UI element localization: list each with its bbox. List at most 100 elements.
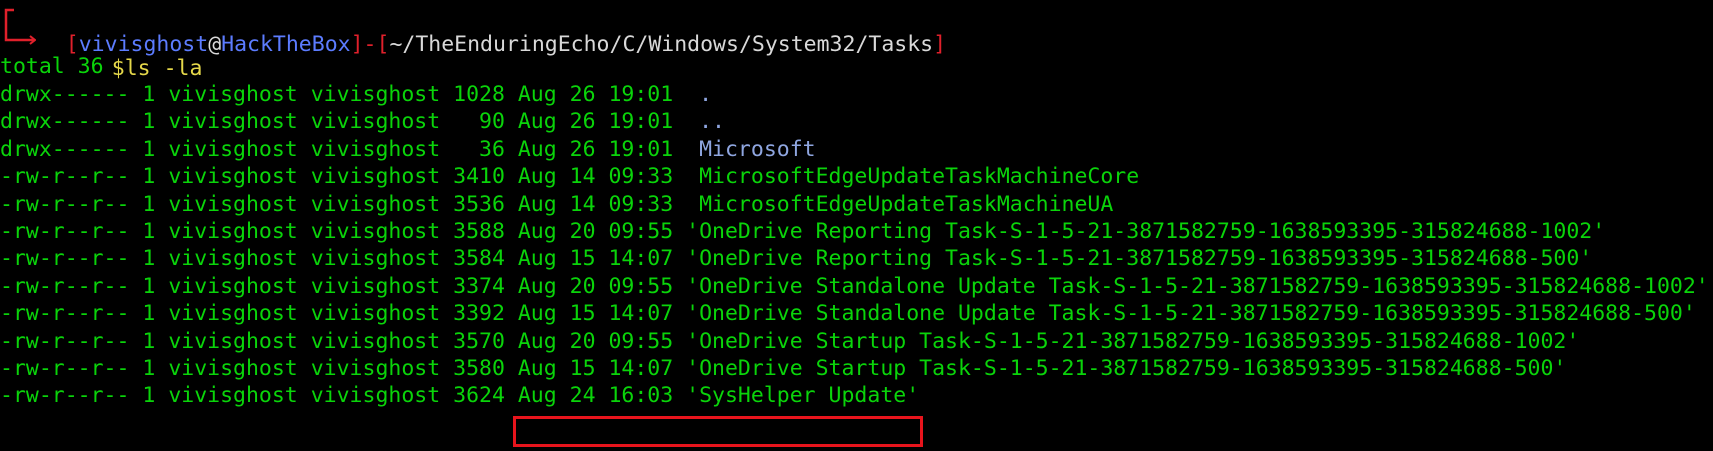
file-group: vivisghost [310, 356, 441, 381]
file-date: Aug 26 19:01 [517, 109, 674, 135]
file-name: 'OneDrive Standalone Update Task-S-1-5-2… [686, 301, 1696, 327]
file-size: 3392 [453, 301, 505, 327]
file-owner: vivisghost [168, 136, 298, 162]
file-date: Aug 20 09:55 [517, 219, 674, 244]
file-group: vivisghost [310, 136, 441, 162]
file-size: 3374 [453, 273, 505, 299]
file-permissions: -rw-r--r-- [0, 219, 130, 244]
file-size: 3410 [453, 164, 505, 190]
file-group: vivisghost [310, 246, 441, 272]
link-count: 1 [142, 164, 156, 190]
file-name: Microsoft [686, 136, 816, 162]
file-name: 'OneDrive Standalone Update Task-S-1-5-2… [686, 273, 1709, 299]
file-group: vivisghost [310, 383, 441, 409]
file-owner: vivisghost [168, 219, 298, 244]
link-count: 1 [142, 191, 156, 217]
file-date: Aug 26 19:01 [517, 136, 674, 162]
file-size: 3536 [453, 191, 505, 217]
file-permissions: drwx------ [0, 82, 130, 107]
listing-row: -rw-r--r-- 1 vivisghost vivisghost 3588 … [0, 217, 1605, 247]
file-date: Aug 15 14:07 [517, 246, 674, 272]
link-count: 1 [142, 383, 156, 409]
file-owner: vivisghost [168, 273, 298, 299]
listing-row: -rw-r--r-- 1 vivisghost vivisghost 3536 … [0, 190, 1113, 220]
file-group: vivisghost [310, 273, 441, 299]
link-count: 1 [142, 109, 156, 135]
prompt-dash: - [363, 32, 377, 57]
file-date: Aug 15 14:07 [517, 356, 674, 381]
file-date: Aug 20 09:55 [517, 328, 674, 354]
listing-row: drwx------ 1 vivisghost vivisghost 90 Au… [0, 107, 725, 137]
listing-row: -rw-r--r-- 1 vivisghost vivisghost 3624 … [0, 381, 919, 411]
link-count: 1 [142, 301, 156, 327]
file-size: 3624 [453, 383, 505, 409]
file-size: 1028 [453, 82, 505, 107]
listing-row: -rw-r--r-- 1 vivisghost vivisghost 3584 … [0, 244, 1592, 274]
file-owner: vivisghost [168, 301, 298, 327]
file-name: . [686, 82, 713, 107]
file-size: 90 [453, 109, 505, 135]
file-name: 'OneDrive Reporting Task-S-1-5-21-387158… [686, 219, 1606, 244]
file-permissions: drwx------ [0, 136, 130, 162]
file-size: 3570 [453, 328, 505, 354]
file-date: Aug 26 19:01 [517, 82, 674, 107]
link-count: 1 [142, 219, 156, 244]
file-size: 3584 [453, 246, 505, 272]
file-name: 'OneDrive Startup Task-S-1-5-21-38715827… [686, 328, 1580, 354]
file-permissions: -rw-r--r-- [0, 328, 130, 354]
listing-row: -rw-r--r-- 1 vivisghost vivisghost 3410 … [0, 162, 1139, 192]
prompt-host: HackTheBox [221, 32, 351, 57]
file-group: vivisghost [310, 82, 441, 107]
file-permissions: -rw-r--r-- [0, 301, 130, 327]
command-line[interactable]: $ls -la [60, 24, 203, 81]
file-group: vivisghost [310, 191, 441, 217]
file-size: 36 [453, 136, 505, 162]
highlight-box [513, 416, 923, 447]
file-date: Aug 20 09:55 [517, 273, 674, 299]
file-name: 'OneDrive Reporting Task-S-1-5-21-387158… [686, 246, 1593, 272]
file-permissions: -rw-r--r-- [0, 246, 130, 272]
prompt-path: ~/TheEnduringEcho/C/Windows/System32/Tas… [389, 32, 934, 57]
listing-row: -rw-r--r-- 1 vivisghost vivisghost 3570 … [0, 327, 1579, 357]
file-date: Aug 14 09:33 [517, 164, 674, 190]
link-count: 1 [142, 246, 156, 272]
file-group: vivisghost [310, 219, 441, 244]
file-group: vivisghost [310, 328, 441, 354]
file-owner: vivisghost [168, 109, 298, 135]
link-count: 1 [142, 136, 156, 162]
file-owner: vivisghost [168, 356, 298, 381]
prompt-symbol: $ [111, 56, 125, 81]
file-permissions: -rw-r--r-- [0, 273, 130, 299]
listing-row: drwx------ 1 vivisghost vivisghost 1028 … [0, 80, 712, 110]
file-owner: vivisghost [168, 82, 298, 107]
file-permissions: -rw-r--r-- [0, 164, 130, 190]
file-date: Aug 15 14:07 [517, 301, 674, 327]
file-owner: vivisghost [168, 191, 298, 217]
command-text: ls -la [124, 56, 203, 81]
file-owner: vivisghost [168, 328, 298, 354]
file-permissions: -rw-r--r-- [0, 356, 130, 381]
file-size: 3588 [453, 219, 505, 244]
link-count: 1 [142, 328, 156, 354]
file-owner: vivisghost [168, 246, 298, 272]
file-owner: vivisghost [168, 164, 298, 190]
terminal-window[interactable]: [vivisghost@HackTheBox]-[~/TheEnduringEc… [0, 0, 1713, 451]
file-group: vivisghost [310, 164, 441, 190]
prompt-at: @ [208, 32, 222, 57]
listing-row: drwx------ 1 vivisghost vivisghost 36 Au… [0, 135, 816, 165]
listing-row: -rw-r--r-- 1 vivisghost vivisghost 3392 … [0, 299, 1696, 329]
file-date: Aug 14 09:33 [517, 191, 674, 217]
listing-row: -rw-r--r-- 1 vivisghost vivisghost 3580 … [0, 354, 1566, 384]
link-count: 1 [142, 273, 156, 299]
file-owner: vivisghost [168, 383, 298, 409]
file-permissions: -rw-r--r-- [0, 191, 130, 217]
file-permissions: -rw-r--r-- [0, 383, 130, 409]
file-date: Aug 24 16:03 [517, 383, 674, 409]
link-count: 1 [142, 356, 156, 381]
file-name: .. [686, 109, 725, 135]
file-group: vivisghost [310, 301, 441, 327]
listing-row: -rw-r--r-- 1 vivisghost vivisghost 3374 … [0, 272, 1709, 302]
file-name: MicrosoftEdgeUpdateTaskMachineCore [686, 164, 1140, 190]
file-name: 'OneDrive Startup Task-S-1-5-21-38715827… [686, 356, 1567, 381]
file-permissions: drwx------ [0, 109, 130, 135]
